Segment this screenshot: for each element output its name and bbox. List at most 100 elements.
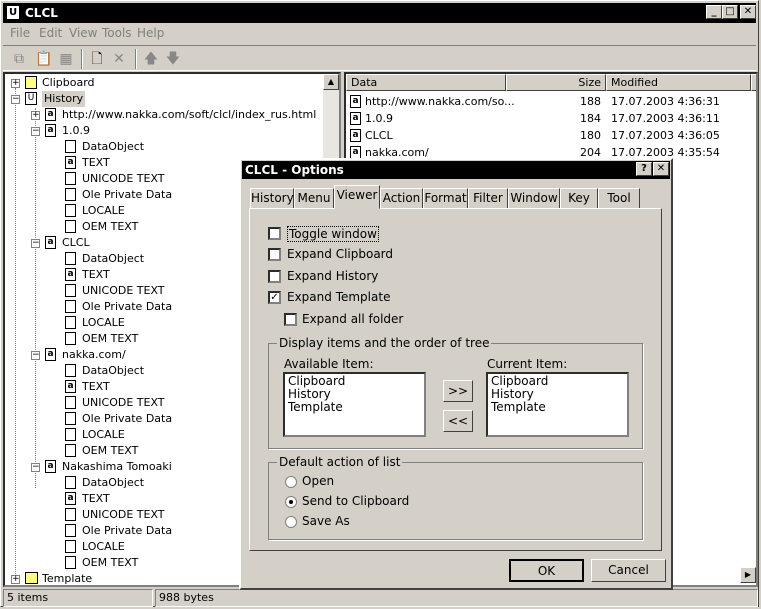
delete-icon[interactable]: ▦ (58, 51, 74, 67)
document-icon (65, 396, 76, 409)
menu-tools[interactable]: Tools (102, 26, 132, 40)
document-icon (65, 316, 76, 329)
tab-filter[interactable]: Filter (468, 188, 508, 208)
scroll-right-button[interactable]: ▶ (740, 567, 756, 583)
text-format-icon: a (65, 380, 76, 393)
available-item-label: Available Item: (284, 357, 374, 371)
list-cell-modified[interactable]: 17.07.2003 4:36:11 (611, 110, 751, 127)
document-icon (65, 204, 76, 217)
maximize-button[interactable]: □ (722, 5, 738, 19)
text-item-icon: a (45, 236, 56, 249)
tree-label: DataObject (82, 252, 145, 265)
up-arrow-icon[interactable]: 🡅 (143, 51, 159, 67)
list-cell-size[interactable]: 188 (546, 93, 601, 110)
list-cell-data[interactable]: http://www.nakka.com/so... (365, 93, 515, 110)
tab-window[interactable]: Window (508, 188, 560, 208)
expand-icon[interactable]: + (11, 79, 20, 88)
menu-edit[interactable]: Edit (39, 26, 62, 40)
current-item-label: Current Item: (487, 357, 568, 371)
add-item-button[interactable]: >> (443, 380, 473, 402)
scroll-up-button[interactable]: ▲ (323, 74, 339, 90)
history-icon: U (25, 92, 37, 105)
collapse-icon[interactable]: − (31, 239, 40, 248)
tree-label: TEXT (82, 156, 110, 169)
tab-format[interactable]: Format (423, 188, 468, 208)
tab-menu[interactable]: Menu (294, 188, 334, 208)
document-icon (65, 220, 76, 233)
list-cell-size[interactable]: 184 (546, 110, 601, 127)
toggle-window-checkbox[interactable] (268, 227, 281, 240)
tab-key[interactable]: Key (560, 188, 598, 208)
tree-label: Template (42, 572, 93, 585)
column-header-size[interactable]: Size (506, 74, 606, 91)
expand-clipboard-checkbox[interactable] (268, 248, 281, 261)
list-cell-modified[interactable]: 17.07.2003 4:36:31 (611, 93, 751, 110)
open-radio-label: Open (302, 474, 335, 488)
toolbar: ⧉ 📋 ▦ 🗋 ✕ 🡅 🡇 (3, 45, 756, 71)
collapse-icon[interactable]: − (31, 463, 40, 472)
tab-action[interactable]: Action (380, 188, 423, 208)
list-cell-modified[interactable]: 17.07.2003 4:36:05 (611, 127, 751, 144)
text-item-icon: a (350, 112, 361, 125)
close-button[interactable]: ✕ (740, 5, 756, 19)
document-icon (65, 364, 76, 377)
down-arrow-icon[interactable]: 🡇 (165, 51, 181, 67)
expand-icon[interactable]: + (31, 111, 40, 120)
text-item-icon: a (45, 108, 56, 121)
list-item[interactable]: Template (491, 401, 624, 414)
help-button[interactable]: ? (636, 162, 652, 176)
tree-label: CLCL (62, 236, 90, 249)
text-item-icon: a (350, 95, 361, 108)
list-cell-data[interactable]: 1.0.9 (365, 110, 515, 127)
document-icon (65, 444, 76, 457)
ok-button[interactable]: OK (509, 559, 584, 582)
tree-label: DataObject (82, 140, 145, 153)
list-cell-data[interactable]: CLCL (365, 127, 515, 144)
default-action-group-title: Default action of list (277, 455, 403, 469)
tab-tool[interactable]: Tool (598, 188, 640, 208)
menu-view[interactable]: View (69, 26, 97, 40)
send-to-clipboard-radio[interactable] (285, 496, 297, 508)
menu-help[interactable]: Help (137, 26, 164, 40)
toolbar-separator (135, 49, 137, 69)
open-radio[interactable] (285, 476, 297, 488)
paste-icon[interactable]: 📋 (35, 51, 52, 67)
column-header-modified[interactable]: Modified (606, 74, 751, 91)
document-icon (65, 284, 76, 297)
save-as-radio[interactable] (285, 516, 297, 528)
document-icon (65, 428, 76, 441)
list-cell-size[interactable]: 180 (546, 127, 601, 144)
expand-history-checkbox[interactable] (268, 270, 281, 283)
tree-label: LOCALE (82, 540, 125, 553)
tree-label: TEXT (82, 268, 110, 281)
title-bar: U CLCL _ □ ✕ (3, 3, 756, 23)
cross-icon[interactable]: ✕ (111, 51, 127, 67)
collapse-icon[interactable]: − (31, 127, 40, 136)
document-icon (65, 508, 76, 521)
tree-label: UNICODE TEXT (82, 284, 165, 297)
tree-label: UNICODE TEXT (82, 396, 165, 409)
menu-file[interactable]: File (10, 26, 30, 40)
document-icon (65, 188, 76, 201)
list-item[interactable]: Template (288, 401, 421, 414)
tab-history[interactable]: History (250, 188, 294, 208)
expand-template-checkbox[interactable]: ✓ (268, 291, 281, 304)
remove-item-button[interactable]: << (443, 410, 473, 432)
cancel-button[interactable]: Cancel (591, 559, 666, 582)
document-icon (65, 300, 76, 313)
tab-viewer[interactable]: Viewer (334, 185, 380, 209)
current-item-list[interactable]: Clipboard History Template (486, 372, 629, 437)
minimize-button[interactable]: _ (706, 5, 722, 19)
available-item-list[interactable]: Clipboard History Template (283, 372, 426, 437)
expand-all-folder-checkbox[interactable] (284, 313, 297, 326)
collapse-icon[interactable]: − (31, 351, 40, 360)
column-header-data[interactable]: Data (346, 74, 506, 91)
expand-all-folder-label: Expand all folder (302, 312, 404, 326)
toggle-window-label: Toggle window (287, 226, 379, 242)
new-icon[interactable]: 🗋 (89, 51, 105, 67)
expand-icon[interactable]: + (11, 575, 20, 584)
status-items: 5 items (3, 589, 153, 607)
collapse-icon[interactable]: − (11, 95, 20, 104)
copy-icon[interactable]: ⧉ (11, 51, 27, 67)
dialog-close-button[interactable]: ✕ (653, 162, 669, 176)
